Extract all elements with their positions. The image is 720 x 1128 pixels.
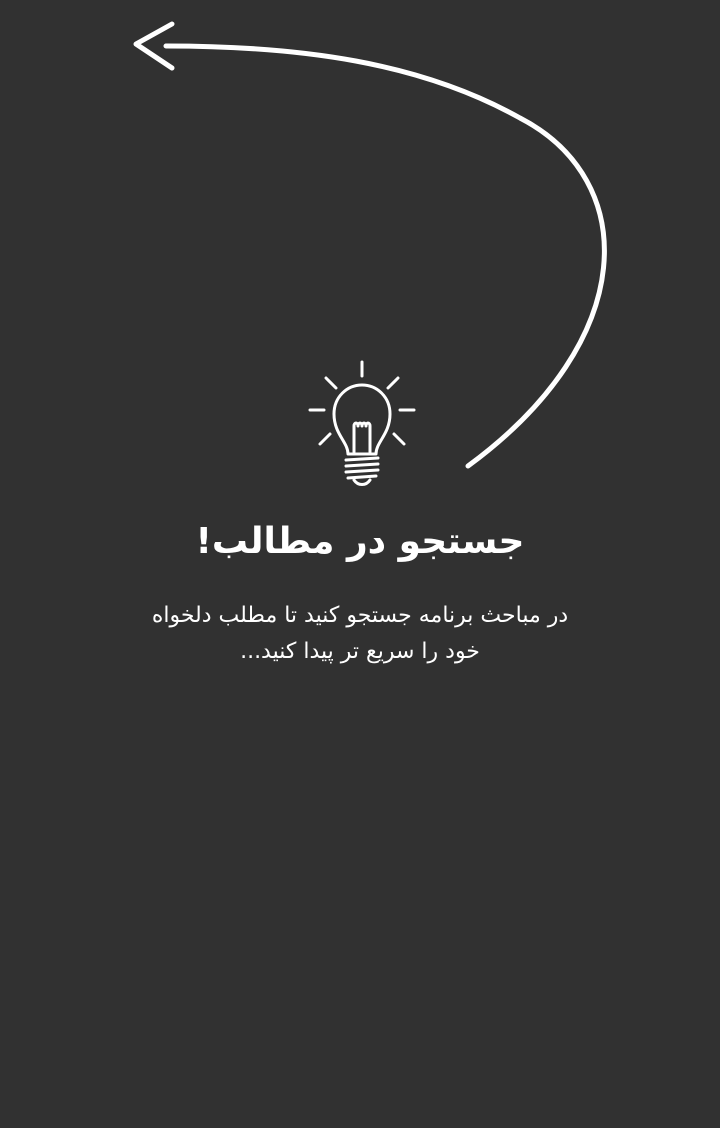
lightbulb-icon: [308, 360, 416, 486]
hint-description-line-2: خود را سریع تر پیدا کنید...: [240, 639, 480, 664]
hint-title: جستجو در مطالب!: [195, 521, 525, 562]
hint-description-line-1: در مباحث برنامه جستجو کنید تا مطلب دلخوا…: [151, 603, 569, 628]
hint-description: در مباحث برنامه جستجو کنید تا مطلب دلخوا…: [140, 598, 580, 670]
search-hint-overlay: جستجو در مطالب! در مباحث برنامه جستجو کن…: [0, 0, 720, 1128]
